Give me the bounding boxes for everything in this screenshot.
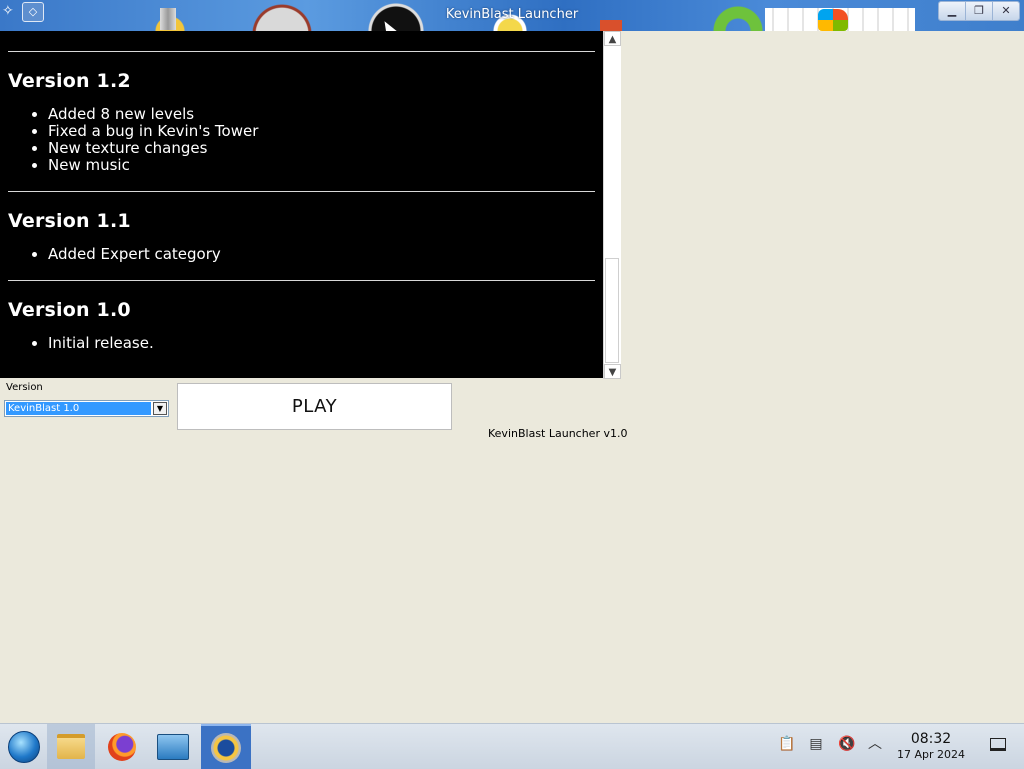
- start-button[interactable]: [0, 724, 48, 769]
- clock-date[interactable]: 17 Apr 2024: [890, 748, 972, 761]
- file-manager-icon: [57, 734, 85, 759]
- scroll-down-arrow-icon[interactable]: ▼: [604, 364, 621, 379]
- show-desktop-icon[interactable]: [990, 738, 1006, 751]
- window-title: KevinBlast Launcher: [445, 7, 579, 22]
- taskbar-firefox[interactable]: [98, 724, 146, 769]
- system-settings-icon: [157, 733, 189, 760]
- maximize-button[interactable]: ❐: [965, 2, 992, 20]
- divider: [8, 191, 595, 192]
- version-items: Initial release.: [0, 335, 603, 352]
- changelog-panel[interactable]: Version 1.2 Added 8 new levels Fixed a b…: [0, 31, 603, 378]
- start-orb-icon: [8, 730, 40, 763]
- close-button[interactable]: ✕: [992, 2, 1019, 20]
- list-item: Added Expert category: [48, 246, 603, 263]
- dropdown-arrow-icon[interactable]: ▼: [153, 402, 167, 415]
- volume-muted-icon[interactable]: 🔇: [838, 736, 855, 752]
- version-heading: Version 1.2: [8, 70, 131, 92]
- taskbar-kevinblast[interactable]: [201, 724, 251, 769]
- version-block: Version 1.2 Added 8 new levels Fixed a b…: [0, 70, 603, 174]
- minimize-button[interactable]: ▁: [939, 2, 965, 20]
- launcher-version-label: KevinBlast Launcher v1.0: [488, 427, 628, 440]
- list-item: Added 8 new levels: [48, 106, 603, 123]
- version-heading: Version 1.0: [8, 299, 131, 321]
- list-item: Fixed a bug in Kevin's Tower: [48, 123, 603, 140]
- version-block: Version 1.0 Initial release.: [0, 299, 603, 352]
- version-block: Version 1.1 Added Expert category: [0, 210, 603, 263]
- version-items: Added Expert category: [0, 246, 603, 263]
- version-dropdown[interactable]: KevinBlast 1.0 ▼: [4, 400, 169, 417]
- list-item: New texture changes: [48, 140, 603, 157]
- taskbar-file-manager[interactable]: [47, 724, 95, 769]
- window-controls: ▁ ❐ ✕: [938, 1, 1020, 21]
- taskbar-system-settings[interactable]: [149, 724, 197, 769]
- list-item: Initial release.: [48, 335, 603, 352]
- play-button[interactable]: PLAY: [177, 383, 452, 430]
- scroll-thumb[interactable]: [605, 258, 619, 363]
- scroll-up-arrow-icon[interactable]: ▲: [604, 31, 621, 46]
- clipboard-icon[interactable]: 📋: [778, 736, 795, 752]
- version-selected-value[interactable]: KevinBlast 1.0: [6, 402, 151, 415]
- kevinblast-icon: [211, 732, 241, 763]
- tray-expand-icon[interactable]: ︿: [867, 736, 883, 752]
- battery-icon[interactable]: ▤: [808, 736, 824, 752]
- firefox-icon: [108, 732, 136, 761]
- changelog-scrollbar[interactable]: ▲ ▼: [603, 31, 621, 379]
- list-item: New music: [48, 157, 603, 174]
- divider: [8, 51, 595, 52]
- version-items: Added 8 new levels Fixed a bug in Kevin'…: [0, 106, 603, 174]
- divider: [8, 280, 595, 281]
- version-label: Version: [6, 382, 43, 393]
- title-bar[interactable]: ✧ ◇ KevinBlast Launcher ▁ ❐ ✕: [0, 0, 1024, 31]
- version-heading: Version 1.1: [8, 210, 131, 232]
- clock-time[interactable]: 08:32: [895, 731, 967, 747]
